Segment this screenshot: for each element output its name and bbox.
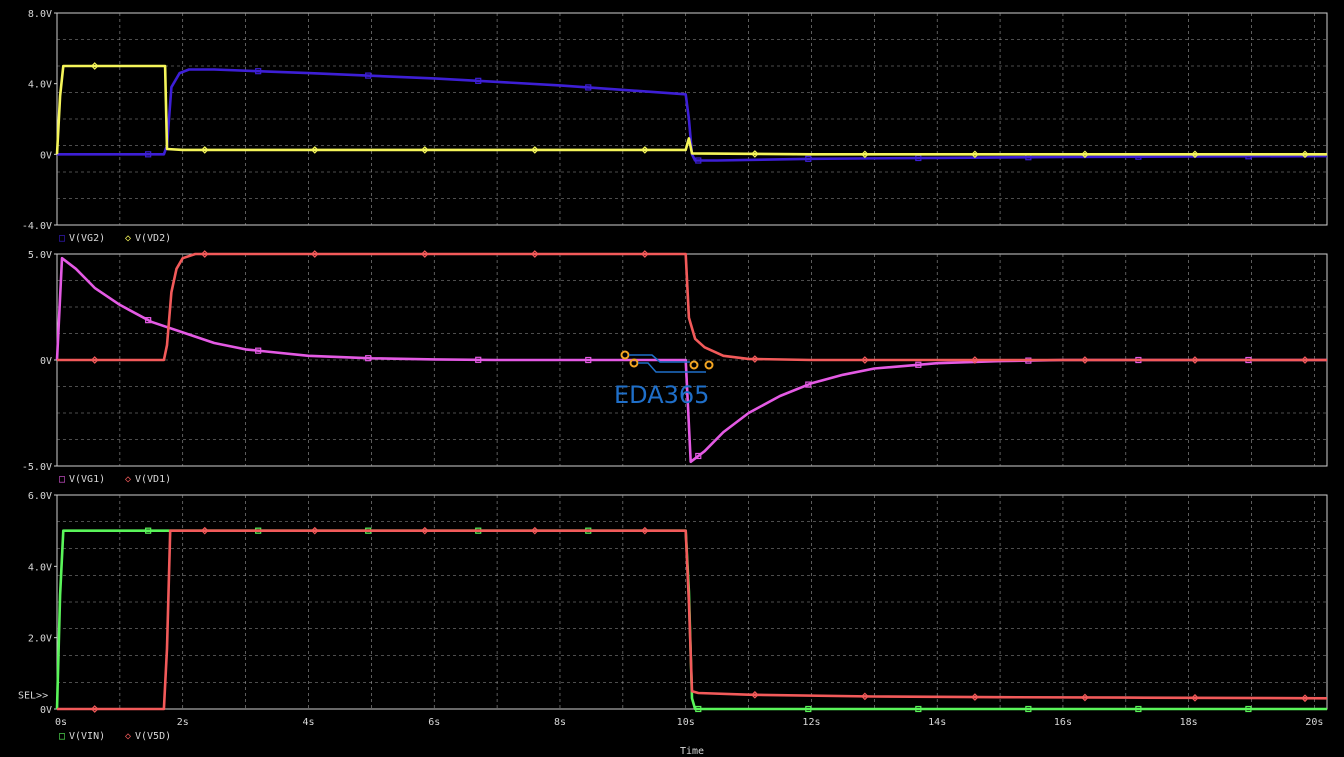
- y-tick-label: 5.0V: [28, 250, 52, 261]
- legend-marker: ◇: [125, 233, 131, 244]
- y-tick-label: 6.0V: [28, 491, 52, 502]
- x-tick-label: 14s: [928, 717, 946, 728]
- legend-label: V(VIN): [69, 731, 105, 742]
- legend-label: V(VG1): [69, 474, 105, 485]
- y-tick-label: 0V: [40, 150, 52, 161]
- legend-label: V(VD1): [135, 474, 171, 485]
- legend-label: V(V5D): [135, 731, 171, 742]
- y-tick-label: 8.0V: [28, 9, 52, 20]
- y-tick-label: 0V: [40, 356, 52, 367]
- x-tick-label: 8s: [554, 717, 566, 728]
- y-tick-label: 4.0V: [28, 562, 52, 573]
- legend-marker: ◇: [125, 731, 131, 742]
- panel-top: 8.0V 4.0V 0V -4.0V □ V(VG2) ◇ V(VD2): [22, 9, 1328, 244]
- x-tick-label: 6s: [428, 717, 440, 728]
- x-tick-label: 0s: [55, 717, 67, 728]
- legend-label: V(VG2): [69, 233, 105, 244]
- legend-marker: □: [59, 731, 65, 742]
- legend-marker: □: [59, 474, 65, 485]
- x-tick-label: 2s: [177, 717, 189, 728]
- x-tick-label: 20s: [1305, 717, 1323, 728]
- y-tick-label: -4.0V: [22, 221, 52, 232]
- x-tick-label: 10s: [677, 717, 695, 728]
- y-tick-label: 0V: [40, 705, 52, 716]
- y-tick-label: -5.0V: [22, 462, 52, 473]
- legend-label: V(VD2): [135, 233, 171, 244]
- sel-label: SEL>>: [18, 691, 48, 702]
- x-tick-label: 4s: [302, 717, 314, 728]
- x-tick-label: 12s: [802, 717, 820, 728]
- series-line: [57, 529, 1328, 711]
- legend-marker: ◇: [125, 474, 131, 485]
- oscilloscope-view: 8.0V 4.0V 0V -4.0V □ V(VG2) ◇ V(VD2) 5.0V 0V -5.0V…: [18, 9, 1328, 757]
- panel-middle: 5.0V 0V -5.0V □ V(VG1) ◇ V(VD1): [22, 250, 1328, 485]
- panel-bottom: 6.0V 4.0V 2.0V 0V SEL>> 0s 2s 4s 6s 8s 10s 12s 14s 16…: [18, 491, 1328, 742]
- x-axis-label: Time: [680, 746, 704, 757]
- x-tick-label: 16s: [1054, 717, 1072, 728]
- y-tick-label: 4.0V: [28, 80, 52, 91]
- y-tick-label: 2.0V: [28, 634, 52, 645]
- series-line: [57, 68, 1328, 162]
- series-line: [57, 252, 1327, 362]
- plot-panels: 8.0V 4.0V 0V -4.0V □ V(VG2) ◇ V(VD2) 5.0V 0V -5.0V…: [18, 9, 1328, 742]
- plot-frame: [56, 12, 1328, 226]
- watermark-text: EDA365: [614, 381, 709, 409]
- x-tick-label: 18s: [1180, 717, 1198, 728]
- legend-marker: □: [59, 233, 65, 244]
